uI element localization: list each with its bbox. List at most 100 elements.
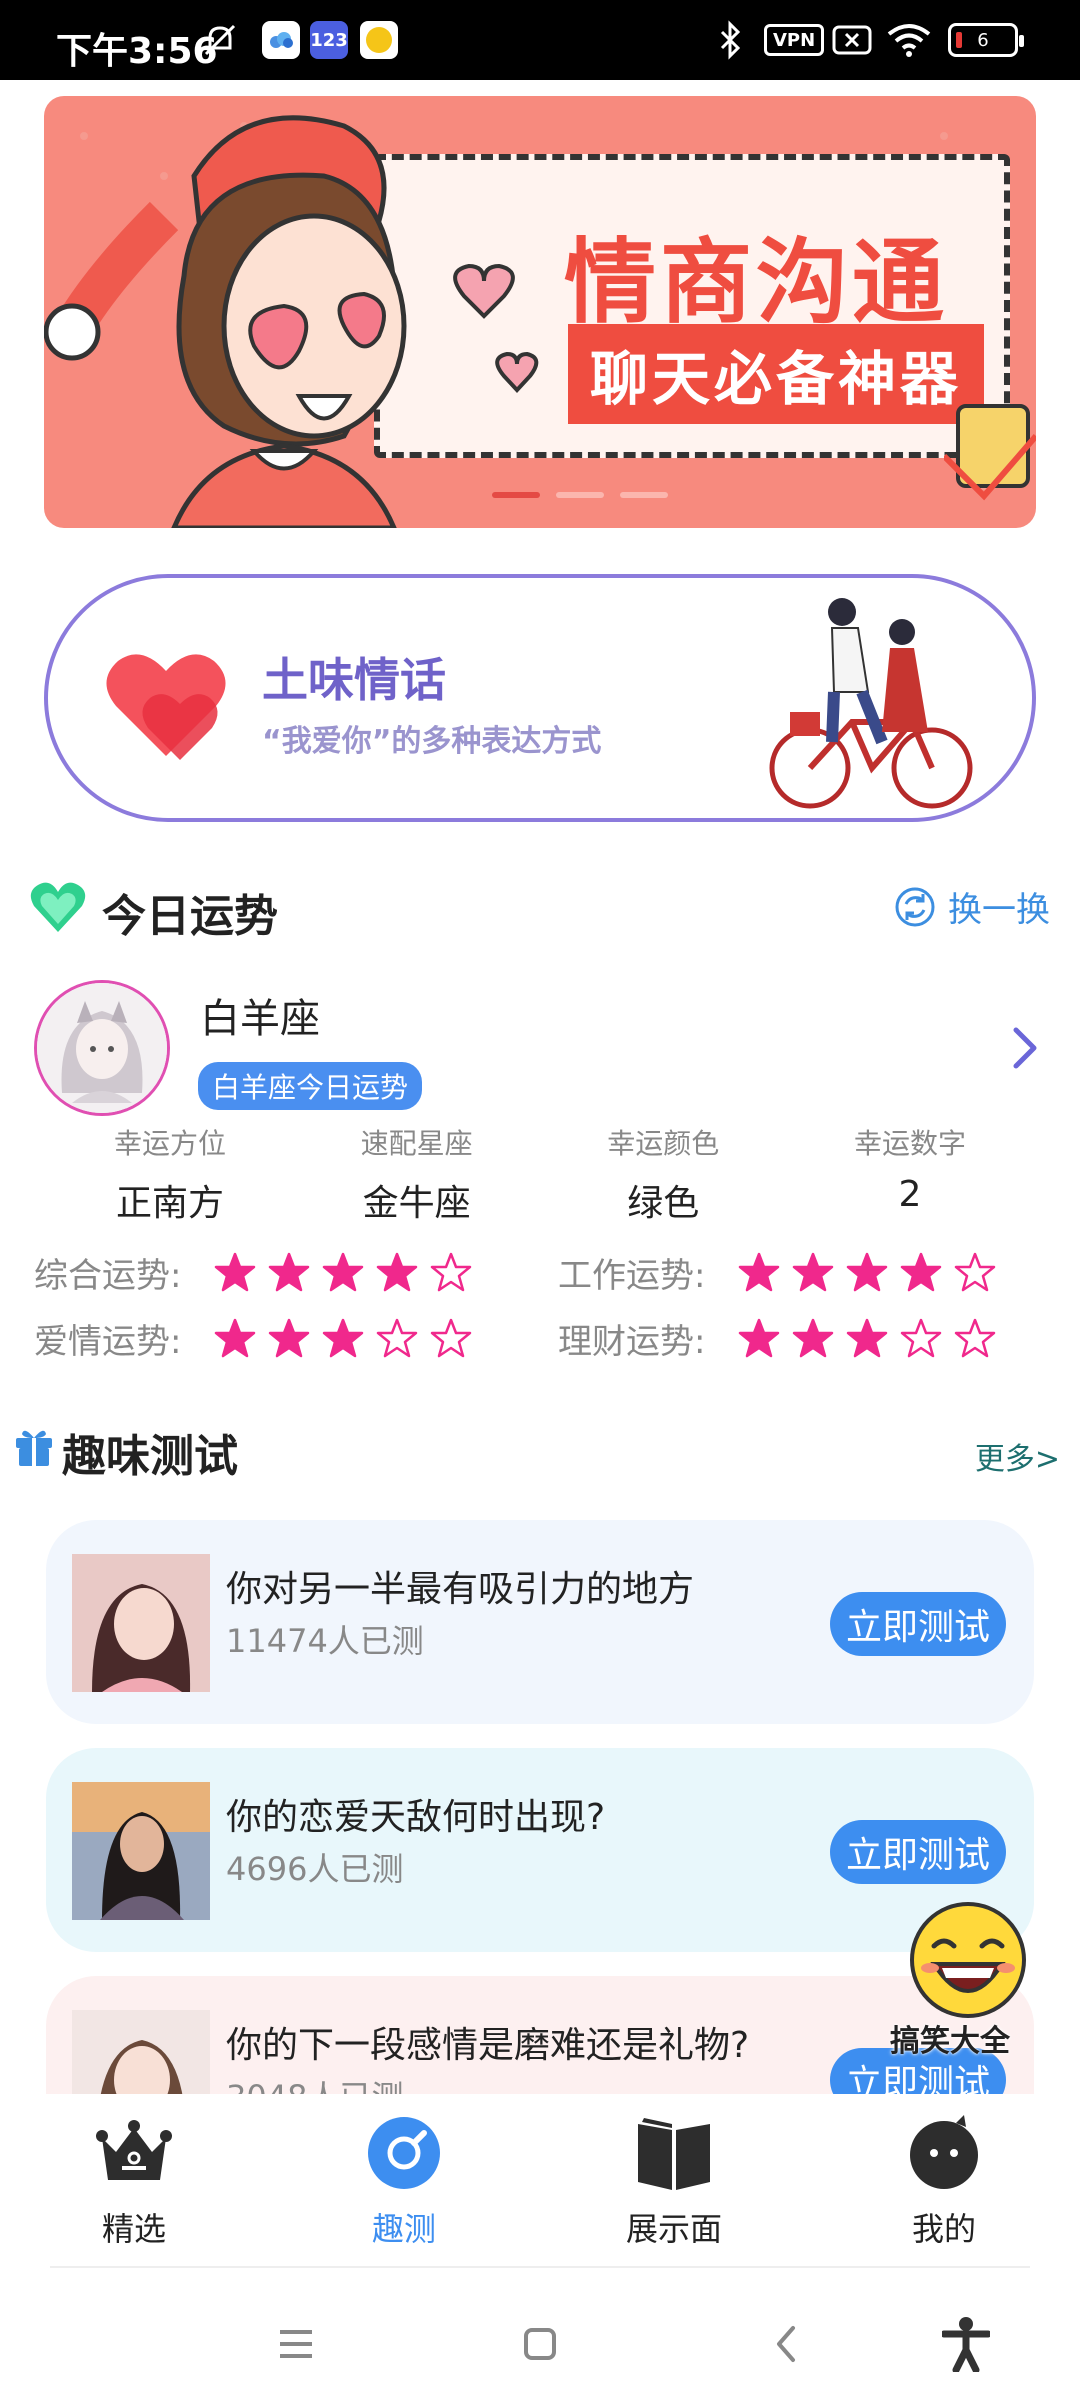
start-test-button[interactable]: 立即测试 xyxy=(830,1820,1007,1884)
start-test-button[interactable]: 立即测试 xyxy=(830,1592,1007,1656)
test-question: 你的下一段感情是磨难还是礼物? xyxy=(226,2025,750,2066)
star-filled-icon xyxy=(322,1252,364,1291)
banner-pagination xyxy=(492,492,668,498)
star-filled-icon xyxy=(376,1252,418,1291)
pagination-dot[interactable] xyxy=(620,492,668,498)
gift-icon xyxy=(16,1430,52,1466)
nav-label: 精选 xyxy=(101,2210,166,2248)
status-bar: 下午3:56 123 VPN 6 xyxy=(0,0,1080,80)
banner-subtitle: 聊天必备神器 xyxy=(568,324,985,424)
star-rating xyxy=(214,1252,472,1294)
star-empty-icon xyxy=(430,1318,472,1357)
star-filled-icon xyxy=(214,1252,256,1291)
accessibility-icon[interactable] xyxy=(936,2314,996,2374)
promo-banner[interactable]: 情商沟通 聊天必备神器 xyxy=(44,96,1036,528)
mascot-label[interactable]: 搞笑大全 xyxy=(890,2016,1010,2060)
fortune-overall: 综合运势: xyxy=(34,1248,472,1297)
lucky-color: 幸运颜色 绿色 xyxy=(553,1122,773,1226)
couple-bicycle-illustration xyxy=(769,598,973,809)
star-filled-icon xyxy=(214,1318,256,1357)
nav-item-profile[interactable]: 我的 xyxy=(844,2108,1044,2250)
lucky-value: 正南方 xyxy=(115,1183,224,1224)
lucky-label: 幸运颜色 xyxy=(607,1127,720,1160)
lucky-value: 绿色 xyxy=(627,1183,700,1224)
nav-label: 展示面 xyxy=(625,2210,722,2248)
aries-girl-avatar-icon xyxy=(37,983,167,1113)
test-question: 你的恋爱天敌何时出现? xyxy=(226,1797,606,1838)
star-rating xyxy=(214,1318,472,1360)
star-filled-icon xyxy=(738,1252,780,1291)
star-rating xyxy=(738,1318,996,1360)
fortune-label: 爱情运势: xyxy=(34,1322,182,1362)
lucky-info-grid: 幸运方位 正南方 速配星座 金牛座 幸运颜色 绿色 幸运数字 2 xyxy=(60,1122,1020,1226)
fortune-love: 爱情运势: xyxy=(34,1314,472,1363)
test-thumbnail xyxy=(72,1782,210,1920)
love-card-subtitle: “我爱你”的多种表达方式 xyxy=(262,724,602,759)
profile-icon xyxy=(910,2115,978,2189)
lucky-direction: 幸运方位 正南方 xyxy=(60,1122,280,1226)
star-rating xyxy=(738,1252,996,1294)
zodiac-name: 白羊座 xyxy=(200,996,320,1042)
more-link[interactable]: 更多> xyxy=(975,1434,1060,1478)
star-filled-icon xyxy=(900,1252,942,1291)
envelope-icon xyxy=(944,404,1036,501)
nav-item-featured[interactable]: 精选 xyxy=(34,2108,234,2250)
fortune-label: 综合运势: xyxy=(34,1256,182,1296)
compass-icon xyxy=(368,2117,440,2189)
star-empty-icon xyxy=(430,1252,472,1291)
nav-label: 我的 xyxy=(911,2210,976,2248)
cloud-app-icon xyxy=(262,20,300,60)
chevron-right-icon[interactable] xyxy=(1008,1024,1040,1072)
test-thumbnail xyxy=(72,1554,210,1692)
nav-item-fun-test[interactable]: 趣测 xyxy=(304,2108,504,2250)
crown-icon xyxy=(96,2120,172,2180)
star-filled-icon xyxy=(792,1318,834,1357)
test-count: 11474人已测 xyxy=(226,1622,424,1660)
pagination-dot[interactable] xyxy=(556,492,604,498)
zodiac-avatar[interactable] xyxy=(34,980,170,1116)
star-filled-icon xyxy=(738,1318,780,1357)
battery-icon: 6 xyxy=(948,20,1024,60)
status-time: 下午3:56 xyxy=(56,31,218,72)
back-icon[interactable] xyxy=(756,2314,816,2374)
love-words-card[interactable]: 土味情话 “我爱你”的多种表达方式 xyxy=(44,574,1036,822)
tests-section-header: 趣味测试 更多> xyxy=(14,1420,1060,1482)
star-filled-icon xyxy=(792,1252,834,1291)
vpn-icon: VPN xyxy=(764,20,825,60)
nav-label: 趣测 xyxy=(371,2210,436,2248)
star-empty-icon xyxy=(900,1318,942,1357)
tests-section-title: 趣味测试 xyxy=(62,1431,238,1482)
test-card[interactable]: 你的恋爱天敌何时出现? 4696人已测 立即测试 xyxy=(46,1748,1034,1952)
star-filled-icon xyxy=(846,1318,888,1357)
test-question: 你对另一半最有吸引力的地方 xyxy=(226,1569,695,1610)
lucky-label: 速配星座 xyxy=(360,1127,473,1160)
star-empty-icon xyxy=(376,1318,418,1357)
nav-item-showcase[interactable]: 展示面 xyxy=(574,2108,774,2250)
bluetooth-icon xyxy=(718,20,744,60)
test-card[interactable]: 你对另一半最有吸引力的地方 11474人已测 立即测试 xyxy=(46,1520,1034,1724)
love-card-title: 土味情话 xyxy=(262,653,446,707)
pagination-dot[interactable] xyxy=(492,492,540,498)
fortune-label: 理财运势: xyxy=(558,1322,706,1362)
match-sign: 速配星座 金牛座 xyxy=(307,1122,527,1226)
fortune-finance: 理财运势: xyxy=(558,1314,996,1363)
star-filled-icon xyxy=(268,1318,310,1357)
lucky-value: 2 xyxy=(898,1174,922,1215)
hearts-icon xyxy=(106,654,226,760)
refresh-icon xyxy=(895,887,935,926)
girl-illustration xyxy=(44,115,539,528)
star-filled-icon xyxy=(268,1252,310,1291)
lucky-label: 幸运数字 xyxy=(853,1127,966,1160)
yellow-app-icon xyxy=(360,20,398,60)
star-filled-icon xyxy=(846,1252,888,1291)
app-123-icon: 123 xyxy=(310,20,348,60)
star-empty-icon xyxy=(954,1318,996,1357)
home-icon[interactable] xyxy=(510,2314,570,2374)
zodiac-tag[interactable]: 白羊座今日运势 xyxy=(198,1062,423,1110)
refresh-button[interactable]: 换一换 xyxy=(894,882,1050,931)
test-count: 4696人已测 xyxy=(226,1850,404,1888)
mute-bell-icon xyxy=(200,20,240,60)
menu-icon[interactable] xyxy=(266,2314,326,2374)
fortune-label: 工作运势: xyxy=(558,1256,706,1296)
lucky-number: 幸运数字 2 xyxy=(800,1122,1020,1226)
